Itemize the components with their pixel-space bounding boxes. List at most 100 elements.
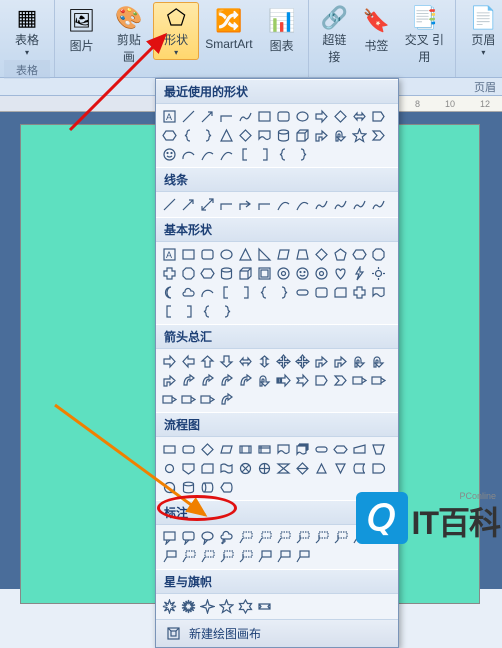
shape-plus[interactable] [160,264,179,283]
shape-ellipse[interactable] [293,107,312,126]
shape-calloutRound[interactable] [179,528,198,547]
shape-calloutCloud[interactable] [217,528,236,547]
shape-arrowD[interactable] [217,352,236,371]
shape-rbrace[interactable] [274,283,293,302]
shape-flowOffpage[interactable] [179,459,198,478]
shape-flowIntern[interactable] [255,440,274,459]
shape-arrowCurveR[interactable] [217,390,236,409]
shape-curve[interactable] [274,195,293,214]
shape-calloutR[interactable] [350,371,369,390]
shape-hexagon[interactable] [350,245,369,264]
shape-star4[interactable] [198,597,217,616]
shape-cube[interactable] [236,264,255,283]
shape-elbow[interactable] [217,195,236,214]
shape-star6[interactable] [236,597,255,616]
picture-button[interactable]: 🖼图片 [59,2,104,60]
shape-can[interactable] [217,264,236,283]
shape-ellipse[interactable] [217,245,236,264]
shape-calloutLine[interactable] [255,528,274,547]
shape-rect[interactable] [179,245,198,264]
shape-flowDec[interactable] [198,440,217,459]
shape-ribbonH[interactable] [255,597,274,616]
shape-curve[interactable] [293,195,312,214]
shape-scribble[interactable] [369,195,388,214]
shape-curve[interactable] [198,145,217,164]
shape-arrowChev[interactable] [331,371,350,390]
shape-bevel[interactable] [255,264,274,283]
shape-arrowStriped[interactable] [274,371,293,390]
shape-flowManIn[interactable] [350,440,369,459]
bookmark-button[interactable]: 🔖书签 [355,2,397,60]
shape-arrowR[interactable] [312,107,331,126]
shape-flowAlt[interactable] [179,440,198,459]
shape-textbox[interactable]: A [160,245,179,264]
shape-arrowL[interactable] [179,352,198,371]
shape-flowTerm[interactable] [312,440,331,459]
shape-diamond[interactable] [312,245,331,264]
shape-arrow[interactable] [198,107,217,126]
shape-calloutLineB[interactable] [274,547,293,566]
shape-calloutR[interactable] [160,390,179,409]
shape-diamond[interactable] [236,126,255,145]
shape-calloutLine[interactable] [198,547,217,566]
shape-arrowPent[interactable] [312,371,331,390]
shape-arrowQuad[interactable] [274,352,293,371]
shape-flowDec[interactable] [331,107,350,126]
shape-calloutR[interactable] [369,371,388,390]
shape-calloutLine[interactable] [236,528,255,547]
shape-triangle[interactable] [217,126,236,145]
shape-flowExtract[interactable] [312,459,331,478]
shape-flowDisk[interactable] [198,478,217,497]
shape-arrowBentR[interactable] [331,352,350,371]
shape-calloutLineA[interactable] [312,528,331,547]
shape-flowSeq[interactable] [160,478,179,497]
shape-arrowUturn[interactable] [350,352,369,371]
table-button[interactable]: ▦表格▾ [4,2,50,60]
shape-arrowChev[interactable] [369,126,388,145]
shape-arrowCurveR[interactable] [236,371,255,390]
shape-arc[interactable] [179,145,198,164]
shape-arc[interactable] [198,283,217,302]
shape-cube[interactable] [293,126,312,145]
shape-arrowCurveR[interactable] [217,371,236,390]
shape-hexagon[interactable] [160,126,179,145]
shape-arrowUD[interactable] [255,352,274,371]
shape-lbracket[interactable] [236,145,255,164]
shape-calloutR[interactable] [198,390,217,409]
shape-cloud[interactable] [179,283,198,302]
shape-flowStored[interactable] [350,459,369,478]
shape-rbrace[interactable] [293,145,312,164]
shape-arrowU[interactable] [198,352,217,371]
shape-burst8[interactable] [160,597,179,616]
shape-arrowBentR[interactable] [160,371,179,390]
shape-arrowCurveR[interactable] [179,371,198,390]
shape-arrowUturn[interactable] [255,371,274,390]
shape-hexagon[interactable] [198,264,217,283]
shape-lbrace[interactable] [274,145,293,164]
shape-calloutLineB[interactable] [293,547,312,566]
shape-plus[interactable] [350,283,369,302]
shape-flowDoc[interactable] [255,126,274,145]
shape-scribble[interactable] [312,195,331,214]
shape-arrowNotch[interactable] [293,371,312,390]
shape-flowManOp[interactable] [369,440,388,459]
shape-arrowPent[interactable] [369,107,388,126]
shape-flowSort[interactable] [293,459,312,478]
new-drawing-canvas-cmd[interactable]: 新建绘图画布 [156,619,398,647]
shape-sun[interactable] [369,264,388,283]
shape-octagon[interactable] [179,264,198,283]
shape-flowMerge[interactable] [331,459,350,478]
shape-arrowCurveR[interactable] [198,371,217,390]
shape-flowDelay[interactable] [369,459,388,478]
header-button[interactable]: 📄页眉▾ [460,2,502,60]
shape-lbracket[interactable] [160,302,179,321]
shape-roundrect[interactable] [312,283,331,302]
shape-arrowBentR[interactable] [312,126,331,145]
shape-star5[interactable] [350,126,369,145]
shape-elbow[interactable] [217,107,236,126]
shape-flowConn[interactable] [160,459,179,478]
shape-calloutLineA[interactable] [293,528,312,547]
shape-octagon[interactable] [369,245,388,264]
shape-can[interactable] [274,126,293,145]
shape-calloutLineA[interactable] [217,547,236,566]
